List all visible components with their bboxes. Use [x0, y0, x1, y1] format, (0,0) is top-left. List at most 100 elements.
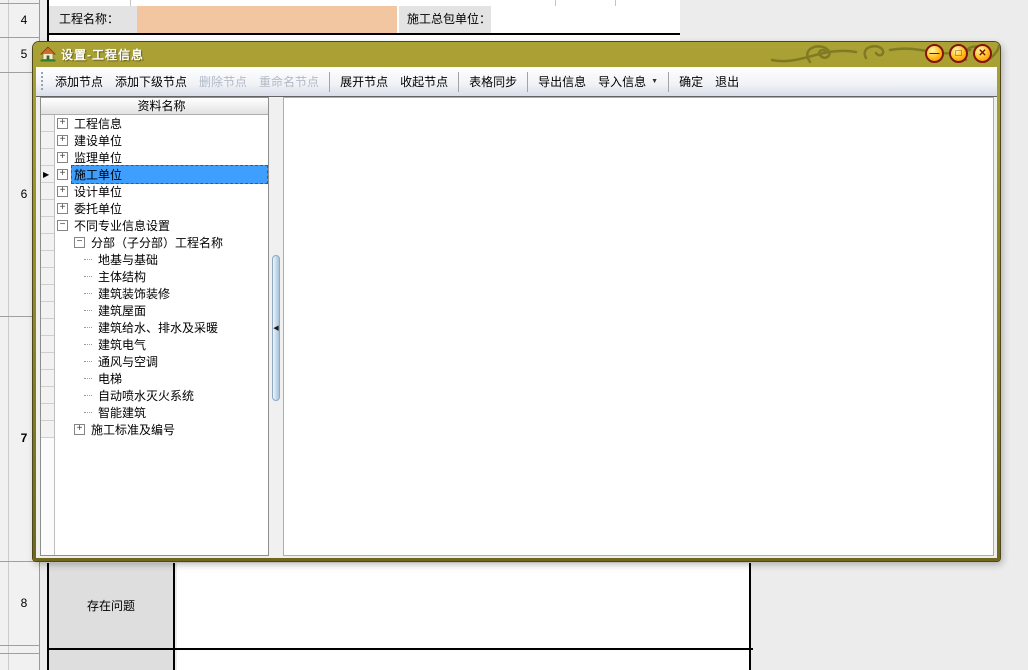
tree-node[interactable]: 智能建筑 [55, 404, 268, 421]
gutter-cell [41, 370, 54, 387]
minimize-button[interactable]: — [925, 44, 944, 63]
dialog-content: 资料名称 ▶ +工程信息+建设单位+监理单位+施工单位+设计单位+委托单位−不同… [36, 97, 997, 558]
toolbar-button-14[interactable]: 退出 [709, 69, 745, 94]
gutter-cell [41, 404, 54, 421]
project-name-field[interactable] [137, 6, 397, 33]
tree-node[interactable]: +委托单位 [55, 200, 268, 217]
collapse-left-icon: ◀ [273, 324, 278, 332]
expand-plus-icon[interactable]: + [74, 424, 85, 435]
toolbar-button-1[interactable]: 添加下级节点 [109, 69, 193, 94]
expand-plus-icon[interactable]: + [57, 118, 68, 129]
gutter-cell [41, 285, 54, 302]
gutter-cell [41, 336, 54, 353]
tree-connector [84, 395, 92, 396]
toolbar-button-3[interactable]: 重命名节点 [253, 69, 325, 94]
toolbar-button-10[interactable]: 导出信息 [532, 69, 592, 94]
toolbar-separator [329, 72, 330, 92]
expand-plus-icon[interactable]: + [57, 152, 68, 163]
row-number: 8 [8, 561, 40, 645]
toolbar-button-0[interactable]: 添加节点 [49, 69, 109, 94]
tree-connector [84, 327, 92, 328]
tree-connector [84, 276, 92, 277]
gutter-cell [41, 302, 54, 319]
tree-connector [84, 310, 92, 311]
toolbar-button-8[interactable]: 表格同步 [463, 69, 523, 94]
tree-node[interactable]: +监理单位 [55, 149, 268, 166]
collapse-minus-icon[interactable]: − [74, 237, 85, 248]
dropdown-arrow-icon: ▼ [651, 78, 658, 85]
tree-node[interactable]: +施工单位 [55, 166, 268, 183]
gutter-cell [41, 319, 54, 336]
home-icon [40, 46, 56, 62]
gutter-cell [41, 234, 54, 251]
tree-rows: +工程信息+建设单位+监理单位+施工单位+设计单位+委托单位−不同专业信息设置−… [55, 115, 268, 555]
gutter-cell [41, 183, 54, 200]
tree-node[interactable]: 地基与基础 [55, 251, 268, 268]
tree-node[interactable]: 通风与空调 [55, 353, 268, 370]
gutter-cell [41, 200, 54, 217]
row-divider [0, 653, 40, 654]
toolbar-grip[interactable] [40, 72, 45, 92]
gutter-cell: ▶ [41, 166, 54, 183]
gutter-cell [41, 353, 54, 370]
tree-column-header: 资料名称 [41, 98, 268, 115]
expand-plus-icon[interactable]: + [57, 135, 68, 146]
tree-node[interactable]: 建筑屋面 [55, 302, 268, 319]
tree-node[interactable]: +施工标准及编号 [55, 421, 268, 438]
tree-node[interactable]: 主体结构 [55, 268, 268, 285]
tree-node[interactable]: 建筑装饰装修 [55, 285, 268, 302]
toolbar-separator [458, 72, 459, 92]
expand-plus-icon[interactable]: + [57, 203, 68, 214]
toolbar-separator [668, 72, 669, 92]
gutter-cell [41, 149, 54, 166]
gutter-cell [41, 217, 54, 234]
maximize-button[interactable]: □ [949, 44, 968, 63]
tree-connector [84, 361, 92, 362]
tree-node[interactable]: +建设单位 [55, 132, 268, 149]
problems-value-cell[interactable] [177, 563, 751, 648]
project-name-row: 工程名称： 施工总包单位： [47, 0, 680, 42]
tree-connector [84, 293, 92, 294]
gutter-cell [41, 268, 54, 285]
tree-node[interactable]: 建筑给水、排水及采暖 [55, 319, 268, 336]
dialog-titlebar[interactable]: 设置-工程信息 — □ ✕ [33, 42, 1000, 67]
tree-node[interactable]: 电梯 [55, 370, 268, 387]
dialog-toolbar: 添加节点添加下级节点删除节点重命名节点展开节点收起节点表格同步导出信息导入信息▼… [36, 67, 997, 97]
current-row-arrow-icon: ▶ [43, 170, 49, 179]
tree-node[interactable]: −分部（子分部）工程名称 [55, 234, 268, 251]
toolbar-button-13[interactable]: 确定 [673, 69, 709, 94]
tree-node[interactable]: 自动喷水灭火系统 [55, 387, 268, 404]
panel-splitter: ◀ [269, 97, 283, 556]
next-row-label-cell [49, 650, 175, 670]
collapse-minus-icon[interactable]: − [57, 220, 68, 231]
row-bottom-border [49, 33, 680, 35]
row-divider [0, 645, 40, 646]
tree-node[interactable]: −不同专业信息设置 [55, 217, 268, 234]
toolbar-separator [527, 72, 528, 92]
gutter-cell [41, 115, 54, 132]
toolbar-button-2[interactable]: 删除节点 [193, 69, 253, 94]
toolbar-button-6[interactable]: 收起节点 [394, 69, 454, 94]
tree-row-gutter: ▶ [41, 115, 55, 555]
toolbar-button-11[interactable]: 导入信息▼ [592, 69, 664, 94]
project-name-label: 工程名称： [49, 6, 137, 33]
next-row-value-cell[interactable] [177, 650, 751, 670]
splitter-collapse-handle[interactable]: ◀ [272, 255, 280, 401]
row-number: 4 [8, 3, 40, 37]
gutter-cell [41, 132, 54, 149]
close-button[interactable]: ✕ [973, 44, 992, 63]
cell-border [555, 0, 556, 6]
dialog-title: 设置-工程信息 [61, 46, 144, 63]
problems-label: 存在问题 [87, 597, 135, 614]
detail-panel[interactable] [283, 97, 994, 556]
contractor-label: 施工总包单位： [399, 6, 491, 33]
expand-plus-icon[interactable]: + [57, 169, 68, 180]
tree-node[interactable]: 建筑电气 [55, 336, 268, 353]
tree-node-label[interactable]: 施工标准及编号 [88, 420, 268, 439]
window-controls: — □ ✕ [925, 44, 992, 63]
expand-plus-icon[interactable]: + [57, 186, 68, 197]
tree-node[interactable]: +设计单位 [55, 183, 268, 200]
toolbar-button-5[interactable]: 展开节点 [334, 69, 394, 94]
gutter-cell [41, 251, 54, 268]
tree-node[interactable]: +工程信息 [55, 115, 268, 132]
